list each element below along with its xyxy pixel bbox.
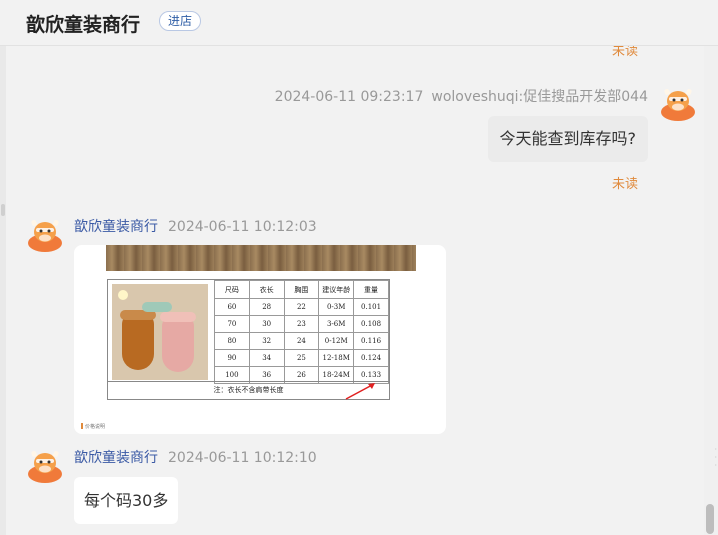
teal-bow: [142, 302, 172, 312]
table-cell: 0-12M: [318, 332, 355, 350]
table-row: 70 30 23 3-6M 0.108: [214, 315, 389, 333]
table-cell: 32: [248, 332, 285, 350]
wood-background: [106, 245, 416, 271]
previous-message-status: 未读: [611, 46, 638, 59]
table-cell: 0.116: [353, 332, 389, 350]
table-row: 80 32 24 0-12M 0.116: [214, 332, 389, 350]
enter-store-button[interactable]: 进店: [159, 11, 202, 31]
red-arrow-icon: [345, 383, 375, 400]
table-cell: 90: [214, 349, 250, 367]
mustard-romper: [122, 314, 154, 370]
sender-name[interactable]: 歆欣童装商行: [74, 219, 158, 235]
message-list[interactable]: 未读 2024-06-11 09:23:17 woloveshuqi:促佳搜品开发…: [6, 46, 718, 535]
table-header-cell: 衣长: [248, 280, 285, 299]
message-timestamp: 2024-06-11 10:12:03: [168, 219, 317, 235]
image-message-bubble[interactable]: 尺码 衣长 胸围 建议年龄 重量 60 28 22 0-3M 0.101 70 …: [74, 245, 446, 434]
flower-decoration: [118, 290, 128, 300]
shop-name-title: 歆欣童装商行: [26, 14, 141, 36]
table-row: 60 28 22 0-3M 0.101: [214, 298, 389, 316]
table-header-cell: 建议年龄: [318, 280, 355, 299]
pink-romper: [162, 316, 194, 372]
table-cell: 70: [214, 315, 250, 333]
cow-head-avatar-icon: [661, 89, 695, 121]
table-cell: 24: [283, 332, 320, 350]
table-header-cell: 胸围: [283, 280, 320, 299]
sender-name: woloveshuqi:促佳搜品开发部044: [431, 89, 648, 105]
table-cell: 30: [248, 315, 285, 333]
caption-marker: [81, 423, 83, 429]
table-row: 90 34 25 12-18M 0.124: [214, 349, 389, 367]
message-timestamp: 2024-06-11 09:23:17: [274, 89, 424, 105]
text-message-meta: 歆欣童装商行 2024-06-11 10:12:10: [74, 447, 317, 467]
table-header-cell: 尺码: [214, 280, 250, 299]
table-cell: 0.108: [353, 315, 389, 333]
read-status: 未读: [611, 177, 638, 192]
message-timestamp: 2024-06-11 10:12:10: [168, 450, 317, 466]
table-header-cell: 重量: [353, 280, 389, 299]
chat-header: 歆欣童装商行 进店: [0, 0, 718, 46]
pink-ruffle: [160, 312, 196, 322]
resize-handle[interactable]: [1, 204, 5, 216]
table-header-row: 尺码 衣长 胸围 建议年龄 重量: [214, 280, 389, 299]
table-cell: 80: [214, 332, 250, 350]
table-cell: 60: [214, 298, 250, 316]
size-table: 尺码 衣长 胸围 建议年龄 重量 60 28 22 0-3M 0.101 70 …: [214, 280, 389, 384]
scrollbar-track[interactable]: · · ·: [704, 46, 718, 535]
image-message-meta: 歆欣童装商行 2024-06-11 10:12:03: [74, 216, 317, 236]
image-caption: 价格说明: [81, 423, 105, 430]
caption-text: 价格说明: [85, 424, 106, 430]
table-cell: 0-3M: [318, 298, 355, 316]
outgoing-message-bubble[interactable]: 今天能查到库存吗?: [487, 116, 648, 162]
table-cell: 22: [283, 298, 320, 316]
table-cell: 0.124: [353, 349, 389, 367]
scrollbar-thumb[interactable]: [706, 504, 714, 534]
cow-head-avatar-icon: [28, 451, 62, 483]
user-avatar[interactable]: [660, 85, 696, 121]
table-cell: 34: [248, 349, 285, 367]
table-cell: 28: [248, 298, 285, 316]
outgoing-message-meta: 2024-06-11 09:23:17 woloveshuqi:促佳搜品开发部04…: [275, 86, 648, 106]
table-cell: 3-6M: [318, 315, 355, 333]
incoming-message-bubble[interactable]: 每个码30多: [74, 477, 179, 524]
table-cell: 12-18M: [318, 349, 355, 367]
table-cell: 0.101: [353, 298, 389, 316]
shop-avatar[interactable]: [27, 447, 63, 483]
table-cell: 23: [283, 315, 320, 333]
table-cell: 25: [283, 349, 320, 367]
more-dots-icon: · · ·: [714, 445, 717, 470]
sender-name[interactable]: 歆欣童装商行: [74, 450, 158, 466]
shop-avatar[interactable]: [27, 216, 63, 252]
cow-head-avatar-icon: [28, 220, 62, 252]
product-photo: [112, 284, 208, 380]
